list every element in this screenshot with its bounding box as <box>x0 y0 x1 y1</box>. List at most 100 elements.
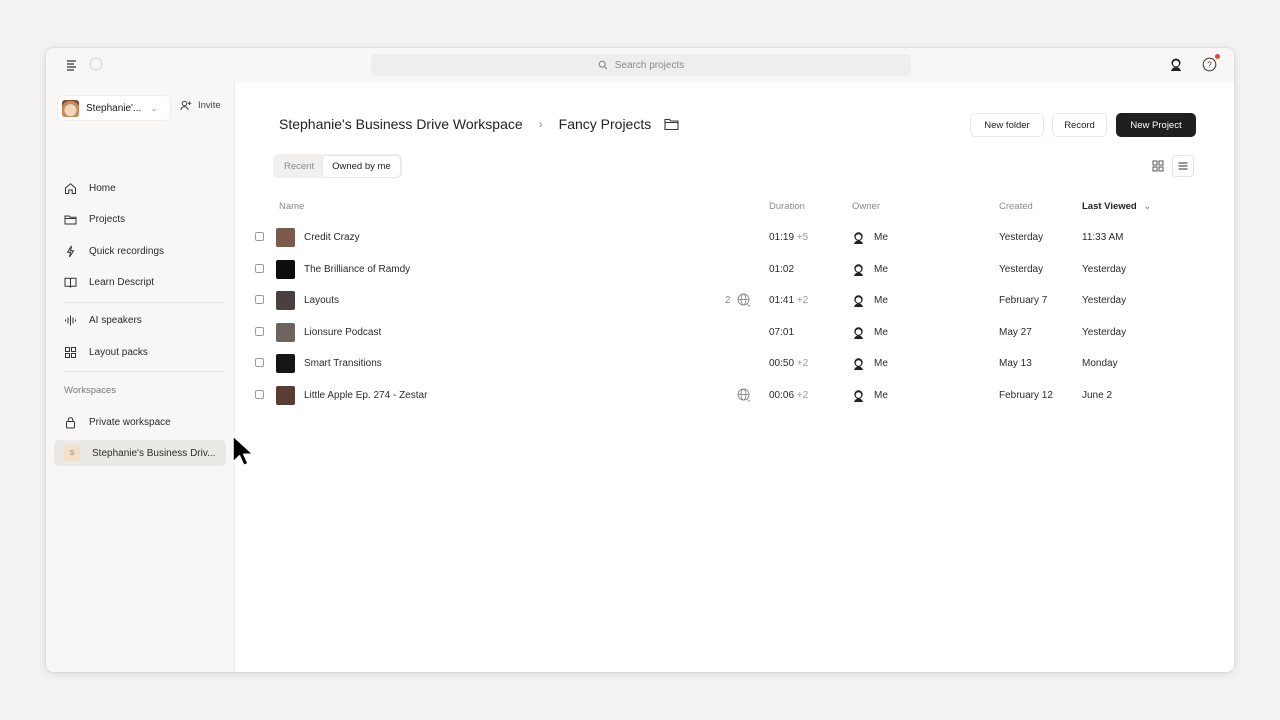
duration-value: 07:01 <box>769 326 795 338</box>
last-viewed-date: Yesterday <box>1082 295 1127 306</box>
duration-value: 00:50 <box>769 358 795 369</box>
duration-value: 01:19 <box>769 232 795 243</box>
created-date: February 12 <box>999 389 1053 401</box>
table-row[interactable]: Credit Crazy 01:19 +5 Me Yesterday 11:33 AM <box>254 222 1194 253</box>
folder-icon[interactable] <box>664 118 679 131</box>
workspaces-heading: Workspaces <box>64 385 117 396</box>
sidebar-item-label: Learn Descript <box>89 276 155 288</box>
duration-extra: +5 <box>796 232 809 243</box>
duration-cell: 01:19 +5 <box>769 222 808 253</box>
sidebar-item-label: Private workspace <box>89 416 171 428</box>
column-header-created[interactable]: Created <box>999 201 1033 212</box>
duration-value: 01:41 <box>769 295 795 306</box>
workspace-avatar <box>62 99 79 117</box>
owner-avatar-icon <box>852 357 865 370</box>
add-user-icon <box>180 100 192 111</box>
new-folder-button[interactable]: New folder <box>970 113 1044 137</box>
refresh-icon[interactable] <box>89 57 103 71</box>
owner-avatar-icon <box>852 294 865 307</box>
duration-extra: +2 <box>796 389 809 401</box>
list-view-button[interactable] <box>1172 155 1194 177</box>
row-checkbox[interactable] <box>255 232 264 241</box>
row-checkbox[interactable] <box>255 389 264 399</box>
row-checkbox[interactable] <box>255 263 264 273</box>
owner-name: Me <box>874 263 888 275</box>
sidebar-item-projects[interactable]: Projects <box>54 206 226 232</box>
record-button[interactable]: Record <box>1052 113 1107 137</box>
owner-avatar-icon <box>852 389 865 402</box>
sidebar-item-learn-descript[interactable]: Learn Descript <box>54 269 226 295</box>
svg-text:?: ? <box>1207 61 1212 70</box>
column-header-last-viewed[interactable]: Last Viewed ⌄ <box>1082 201 1151 212</box>
owner-avatar-icon <box>852 231 865 244</box>
chevron-down-icon: ⌄ <box>150 102 158 113</box>
table-row[interactable]: The Brilliance of Ramdy 01:02 Me Yesterday… <box>254 254 1194 285</box>
invite-label: Invite <box>198 100 221 111</box>
filter-tabs: Recent Owned by me <box>273 154 402 178</box>
owner-name: Me <box>874 326 888 338</box>
grid-icon <box>65 346 76 358</box>
sidebar-item-private-workspace[interactable]: Private workspace <box>54 409 226 435</box>
project-thumbnail <box>276 354 295 373</box>
breadcrumb-root[interactable]: Stephanie's Business Drive Workspace <box>279 116 523 132</box>
row-checkbox[interactable] <box>255 326 264 336</box>
sidebar-item-label: AI speakers <box>89 314 142 326</box>
grid-view-icon <box>1152 160 1164 172</box>
search-icon <box>598 60 608 70</box>
sidebar-item-layout-packs[interactable]: Layout packs <box>54 339 226 365</box>
last-viewed-date: Monday <box>1082 358 1118 369</box>
owner-name: Me <box>874 232 888 243</box>
sidebar-item-home[interactable]: Home <box>54 175 226 201</box>
created-date: February 7 <box>999 295 1048 306</box>
lock-icon <box>66 416 75 428</box>
breadcrumb-current: Fancy Projects <box>558 116 652 132</box>
sidebar-item-ai-speakers[interactable]: AI speakers <box>54 307 226 333</box>
new-project-button[interactable]: New Project <box>1116 113 1196 137</box>
project-thumbnail <box>276 228 295 247</box>
duration-extra: +2 <box>796 358 809 369</box>
column-header-owner[interactable]: Owner <box>852 201 880 212</box>
sidebar-toggle-icon[interactable] <box>64 57 80 73</box>
share-count: 2 <box>725 295 731 306</box>
top-bar: Search projects ? <box>46 48 1234 82</box>
table-row[interactable]: Little Apple Ep. 274 - Zestar 00:06 +2 Me F… <box>254 380 1194 411</box>
sidebar-item-business-workspace[interactable]: S Stephanie's Business Driv... <box>54 440 226 466</box>
tab-owned-by-me[interactable]: Owned by me <box>323 155 400 177</box>
workspace-name: Stephanie'... <box>86 102 142 114</box>
chevron-right-icon: › <box>538 117 543 131</box>
last-viewed-date: Yesterday <box>1082 263 1127 275</box>
bolt-icon <box>66 245 75 257</box>
last-viewed-date: June 2 <box>1082 389 1113 401</box>
shared-globe-icon <box>737 388 751 402</box>
user-avatar-icon[interactable] <box>1169 57 1183 71</box>
row-checkbox[interactable] <box>255 358 264 367</box>
column-header-name[interactable]: Name <box>279 201 304 212</box>
owner-name: Me <box>874 295 888 306</box>
last-viewed-date: 11:33 AM <box>1082 232 1124 243</box>
column-header-label: Last Viewed <box>1082 201 1137 212</box>
sidebar-item-quick-recordings[interactable]: Quick recordings <box>54 238 226 264</box>
workspace-switcher[interactable]: Stephanie'... ⌄ <box>58 96 170 120</box>
book-icon <box>64 277 77 288</box>
table-row[interactable]: Lionsure Podcast 07:01 Me May 27 Yesterday <box>254 317 1194 348</box>
created-date: Yesterday <box>999 263 1044 275</box>
waveform-icon <box>65 315 76 325</box>
invite-button[interactable]: Invite <box>180 100 221 111</box>
help-icon[interactable]: ? <box>1202 57 1217 72</box>
table-row[interactable]: Smart Transitions 00:50 +2 Me May 13 Monday <box>254 348 1194 379</box>
search-placeholder: Search projects <box>614 59 685 71</box>
created-date: May 27 <box>999 326 1032 338</box>
duration-cell: 00:50 +2 <box>769 348 808 379</box>
table-row[interactable]: Layouts 2 01:41 +2 Me February 7 Yesterday <box>254 285 1194 316</box>
grid-view-button[interactable] <box>1147 155 1169 177</box>
last-viewed-date: Yesterday <box>1082 326 1127 338</box>
column-header-duration[interactable]: Duration <box>769 201 805 212</box>
home-icon <box>65 182 76 194</box>
duration-value: 00:06 <box>769 389 795 401</box>
row-checkbox[interactable] <box>255 295 264 304</box>
duration-cell: 01:02 <box>769 254 794 285</box>
owner-avatar-icon <box>852 263 865 276</box>
project-thumbnail <box>276 291 295 310</box>
tab-recent[interactable]: Recent <box>275 156 323 177</box>
search-bar[interactable]: Search projects <box>371 54 911 76</box>
